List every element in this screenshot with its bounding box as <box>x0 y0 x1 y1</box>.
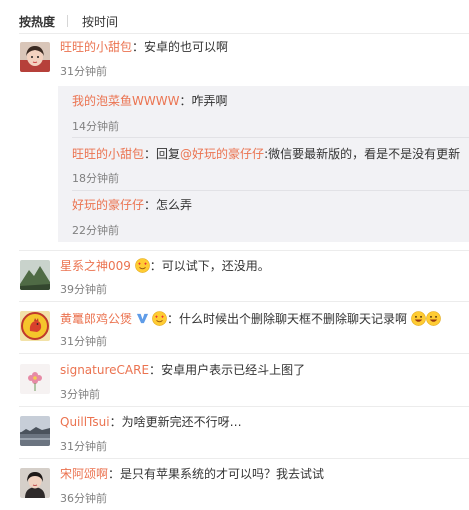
reply-text: 咋弄啊 <box>191 94 228 108</box>
username[interactable]: 旺旺的小甜包 <box>60 40 132 54</box>
comment-text: 为啥更新完还不行呀… <box>121 415 242 429</box>
username[interactable]: signatureCARE <box>60 363 149 377</box>
colon: ： <box>109 415 122 429</box>
timestamp: 31分钟前 <box>60 335 107 348</box>
comment-line: 宋阿颂啊：是只有苹果系统的才可以吗？我去试试 <box>60 467 324 482</box>
timestamp: 39分钟前 <box>60 283 107 296</box>
username[interactable]: 宋阿颂啊 <box>60 467 108 481</box>
timestamp: 18分钟前 <box>72 172 119 185</box>
comment-divider <box>19 250 469 251</box>
grin-emoji-icon <box>411 311 426 326</box>
colon: ： <box>149 363 162 377</box>
comment-divider <box>19 458 469 459</box>
v-verified-badge-icon <box>136 312 149 325</box>
tab-separator <box>67 15 69 27</box>
avatar[interactable] <box>20 260 50 290</box>
reply-text: 怎么弄 <box>156 198 193 212</box>
username[interactable]: 我的泡菜鱼WWWW <box>72 94 179 108</box>
colon: ： <box>179 94 192 108</box>
comment-line: signatureCARE：安卓用户表示已经斗上图了 <box>60 363 305 378</box>
sort-tabs: 按热度 按时间 <box>19 12 118 30</box>
tabs-divider <box>19 33 469 34</box>
username[interactable]: 旺旺的小甜包 <box>72 147 144 161</box>
username[interactable]: 星系之神009 <box>60 259 131 273</box>
timestamp: 31分钟前 <box>60 65 107 78</box>
reply-text: 回复 <box>156 147 181 161</box>
heart-eyes-emoji-icon <box>134 258 150 273</box>
colon: ： <box>144 147 157 161</box>
timestamp: 36分钟前 <box>60 492 107 505</box>
comment-divider <box>19 353 469 354</box>
girl-avatar-icon <box>20 42 50 72</box>
reply-list: 我的泡菜鱼WWWW：咋弄啊 14分钟前 旺旺的小甜包：回复@好玩的豪仔仔:微信要… <box>58 86 469 242</box>
reply-text-continued: :微信要最新版的，看是不是没有更新 <box>264 147 461 161</box>
colon: ： <box>108 467 121 481</box>
colon: ： <box>149 259 162 273</box>
username[interactable]: 黄鼍郎鸡公煲 <box>60 312 132 326</box>
timestamp: 22分钟前 <box>72 224 119 237</box>
mention-link[interactable]: @好玩的豪仔仔 <box>180 147 264 161</box>
avatar[interactable] <box>20 468 50 498</box>
avatar[interactable] <box>20 311 50 341</box>
tab-by-popularity[interactable]: 按热度 <box>19 13 55 30</box>
comment-divider <box>19 406 469 407</box>
avatar[interactable] <box>20 364 50 394</box>
comment-text: 安卓用户表示已经斗上图了 <box>161 363 306 377</box>
reply-line: 旺旺的小甜包：回复@好玩的豪仔仔:微信要最新版的，看是不是没有更新 <box>72 147 460 162</box>
colon: ： <box>144 198 157 212</box>
mountain-avatar-icon <box>20 260 50 290</box>
comment-line: 星系之神009 ：可以试下，还没用。 <box>60 258 270 274</box>
flower-avatar-icon <box>20 364 50 394</box>
reply-line: 好玩的豪仔仔：怎么弄 <box>72 198 192 213</box>
avatar[interactable] <box>20 42 50 72</box>
comment-text: 是只有苹果系统的才可以吗？我去试试 <box>120 467 325 481</box>
avatar[interactable] <box>20 416 50 446</box>
comment-divider <box>19 301 469 302</box>
heart-eyes-emoji-icon <box>152 311 167 326</box>
timestamp: 31分钟前 <box>60 440 107 453</box>
colon: ： <box>167 312 180 326</box>
comment-text: 什么时候出个删除聊天框不删除聊天记录啊 <box>179 312 408 326</box>
reply-divider <box>72 190 469 191</box>
comment-line: 黄鼍郎鸡公煲 ：什么时候出个删除聊天框不删除聊天记录啊 <box>60 311 441 327</box>
comment-line: QuillTsui：为啥更新完还不行呀… <box>60 415 242 430</box>
landscape-avatar-icon <box>20 416 50 446</box>
comment-text: 可以试下，还没用。 <box>161 259 270 273</box>
username[interactable]: QuillTsui <box>60 415 110 429</box>
timestamp: 14分钟前 <box>72 120 119 133</box>
rooster-avatar-icon <box>20 311 50 341</box>
timestamp: 3分钟前 <box>60 388 100 401</box>
colon: ： <box>132 40 145 54</box>
comment-line: 旺旺的小甜包：安卓的也可以啊 <box>60 40 228 55</box>
username[interactable]: 好玩的豪仔仔 <box>72 198 144 212</box>
tab-by-time[interactable]: 按时间 <box>82 13 118 30</box>
woman-avatar-icon <box>20 468 50 498</box>
reply-divider <box>72 137 469 138</box>
comment-text: 安卓的也可以啊 <box>144 40 229 54</box>
grin-emoji-icon <box>426 311 441 326</box>
reply-line: 我的泡菜鱼WWWW：咋弄啊 <box>72 94 228 109</box>
